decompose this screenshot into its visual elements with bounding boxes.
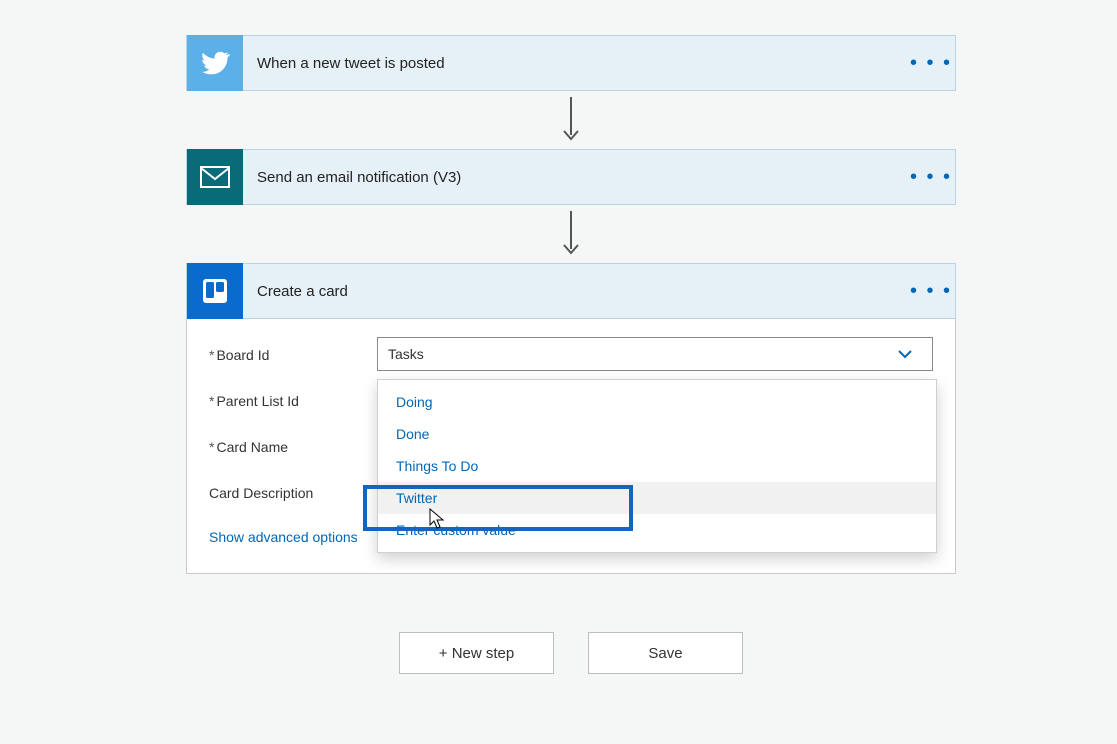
dropdown-option-doing[interactable]: Doing (378, 386, 936, 418)
ellipsis-icon[interactable]: • • • (907, 52, 955, 75)
step-trello-header[interactable]: Create a card • • • (186, 263, 956, 319)
field-label: *Parent List Id (209, 391, 377, 409)
chevron-down-icon (896, 345, 922, 363)
dropdown-option-custom[interactable]: Enter custom value (378, 514, 936, 546)
required-marker: * (209, 347, 214, 363)
save-button[interactable]: Save (588, 632, 743, 674)
dropdown-option-done[interactable]: Done (378, 418, 936, 450)
parent-list-dropdown: Doing Done Things To Do Twitter Enter cu… (377, 379, 937, 553)
step-trello-body: *Board Id Tasks *Parent List Id The id o… (186, 319, 956, 574)
dropdown-option-things-to-do[interactable]: Things To Do (378, 450, 936, 482)
new-step-button[interactable]: + New step (399, 632, 554, 674)
step-twitter-trigger[interactable]: When a new tweet is posted • • • (186, 35, 956, 91)
twitter-icon (187, 35, 243, 91)
field-label: *Board Id (209, 345, 377, 363)
show-advanced-options-link[interactable]: Show advanced options (209, 529, 358, 545)
board-id-select[interactable]: Tasks (377, 337, 933, 371)
bottom-button-bar: + New step Save (186, 632, 956, 674)
step-email-action[interactable]: Send an email notification (V3) • • • (186, 149, 956, 205)
required-marker: * (209, 439, 214, 455)
field-board-id: *Board Id Tasks (209, 337, 933, 371)
ellipsis-icon[interactable]: • • • (907, 280, 955, 303)
step-title: When a new tweet is posted (243, 55, 907, 72)
select-value: Tasks (388, 346, 896, 362)
trello-icon (187, 263, 243, 319)
email-icon (187, 149, 243, 205)
step-title: Send an email notification (V3) (243, 169, 907, 186)
field-label: Card Description (209, 483, 377, 501)
flow-arrow (186, 205, 956, 263)
dropdown-option-twitter[interactable]: Twitter (378, 482, 936, 514)
field-label: *Card Name (209, 437, 377, 455)
required-marker: * (209, 393, 214, 409)
step-title: Create a card (243, 283, 907, 300)
flow-arrow (186, 91, 956, 149)
ellipsis-icon[interactable]: • • • (907, 166, 955, 189)
